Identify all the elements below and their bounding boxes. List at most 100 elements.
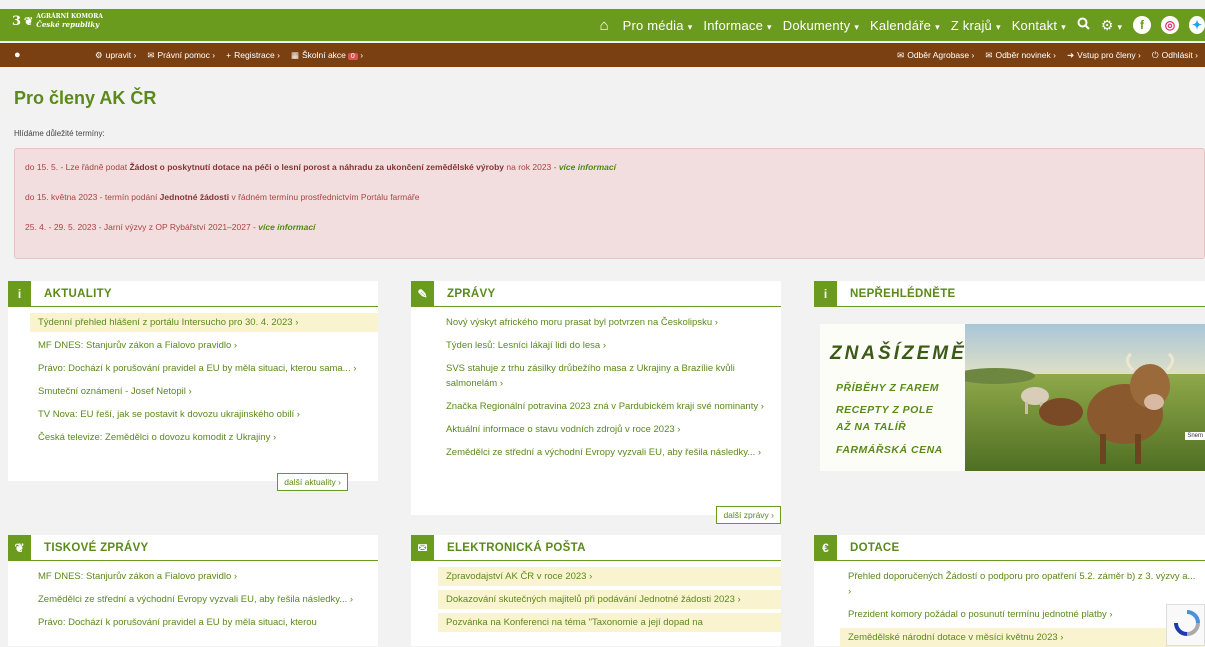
upravit-link[interactable]: ⚙ upravit ›	[95, 50, 136, 61]
more-info-link[interactable]: více informací	[559, 162, 616, 172]
logo-mark: 3	[12, 13, 22, 29]
nav-kalendare[interactable]: Kalendáře ▾	[870, 18, 940, 33]
nav-label: Dokumenty	[782, 17, 851, 33]
nav-label: Z krajů	[950, 17, 992, 33]
list-item[interactable]: Právo: Dochází k porušování pravidel a E…	[30, 359, 378, 378]
tiskove-zpravy-panel: ❦ TISKOVÉ ZPRÁVY MF DNES: Stanjurův záko…	[8, 534, 378, 646]
nav-informace[interactable]: Informace ▾	[703, 18, 771, 33]
more-news-button[interactable]: další zprávy ›	[716, 506, 781, 524]
info-icon: i	[814, 280, 837, 307]
banner-brand: ZNAŠÍZEMĚ	[830, 343, 967, 364]
list-item[interactable]: Nový výskyt afrického moru prasat byl po…	[438, 313, 781, 332]
skolni-akce-link[interactable]: ▦ Školní akce 0 ›	[291, 50, 363, 61]
deadline-bold: Žádost o poskytnutí dotace na péči o les…	[129, 162, 505, 172]
nav-kontakt[interactable]: Kontakt ▾	[1012, 18, 1066, 33]
deadline-text: do 15. 5. - Lze řádně podat	[25, 162, 130, 172]
list-item[interactable]: Zemědělci ze střední a východní Evropy v…	[30, 590, 378, 609]
logo-text: AGRÁRNÍ KOMORA České republiky	[36, 13, 103, 29]
list-item[interactable]: MF DNES: Stanjurův zákon a Fialovo pravi…	[30, 567, 378, 586]
recaptcha-badge[interactable]	[1166, 604, 1205, 646]
gear-icon[interactable]: ⚙ ▾	[1101, 17, 1122, 34]
deadline-text: v řádném termínu prostřednictvím Portálu…	[229, 192, 420, 202]
nav-dokumenty[interactable]: Dokumenty ▾	[783, 18, 859, 33]
nav-label: Kalendáře	[870, 17, 932, 33]
link-label: upravit	[105, 49, 132, 60]
more-news-button[interactable]: další aktuality ›	[277, 473, 348, 491]
news-list: Týdenní přehled hlášení z portálu Inters…	[8, 307, 378, 447]
list-item[interactable]: TV Nova: EU řeší, jak se postavit k dovo…	[30, 405, 378, 424]
logo-leaf-icon: ❦	[24, 14, 34, 28]
list-item[interactable]: Zemědělské národní dotace v měsíci květn…	[840, 628, 1205, 647]
list-item[interactable]: Pozvánka na Konferenci na téma "Taxonomi…	[438, 613, 781, 632]
pencil-icon: ✎	[411, 280, 434, 307]
list-item[interactable]: Značka Regionální potravina 2023 zná v P…	[438, 397, 781, 416]
odber-agrobase-link[interactable]: ✉ Odběr Agrobase ›	[897, 50, 974, 61]
home-icon[interactable]: ⌂	[600, 17, 609, 34]
nav-pro-media[interactable]: Pro média ▾	[623, 18, 693, 33]
deadline-line: do 15. 5. - Lze řádně podat Žádost o pos…	[25, 162, 616, 172]
envelope-icon: ✉	[897, 49, 905, 60]
registrace-link[interactable]: + Registrace ›	[226, 50, 280, 60]
info-icon: i	[8, 280, 31, 307]
list-item[interactable]: Právo: Dochází k porušování pravidel a E…	[30, 613, 378, 632]
calendar-icon: ▦	[290, 49, 299, 60]
logo[interactable]: 3 ❦ AGRÁRNÍ KOMORA České republiky	[12, 13, 103, 29]
recaptcha-icon	[1174, 610, 1200, 636]
main-nav: ⌂ Pro média ▾ Informace ▾ Dokumenty ▾ Kalen…	[600, 9, 1205, 41]
deadline-bold: Jednotné žádosti	[159, 192, 230, 202]
link-label: Odběr novinek	[995, 49, 1051, 60]
list-item[interactable]: Zpravodajství AK ČR v roce 2023 ›	[438, 567, 781, 586]
chevron-down-icon: ▾	[854, 21, 860, 32]
search-icon[interactable]	[1077, 17, 1090, 33]
odber-novinek-link[interactable]: ✉ Odběr novinek ›	[985, 50, 1056, 61]
member-bar: ● ⚙ upravit › ✉ Právní pomoc › + Registrace…	[0, 43, 1205, 67]
list-item[interactable]: Týden lesů: Lesníci lákají lidi do lesa …	[438, 336, 781, 355]
add-user-icon: +	[226, 50, 232, 60]
nav-z-kraju[interactable]: Z krajů ▾	[951, 18, 1001, 33]
leaf-icon: ❦	[8, 534, 31, 561]
banner-line: AŽ NA TALÍŘ	[836, 421, 907, 433]
list-item[interactable]: Týdenní přehled hlášení z portálu Inters…	[30, 313, 378, 332]
link-label: Odběr Agrobase	[907, 49, 970, 60]
chevron-down-icon: ▾	[935, 21, 940, 32]
link-label: Školní akce	[301, 49, 346, 60]
chevron-down-icon: ▾	[767, 21, 772, 32]
list-item[interactable]: Smuteční oznámení - Josef Netopil ›	[30, 382, 378, 401]
mail-list: Zpravodajství AK ČR v roce 2023 › Dokazo…	[411, 561, 781, 632]
list-item[interactable]: SVS stahuje z trhu zásilky drůbežího mas…	[438, 359, 781, 393]
nav-label: Pro média	[622, 17, 684, 33]
pravni-pomoc-link[interactable]: ✉ Právní pomoc ›	[147, 50, 215, 61]
panel-title: ELEKTRONICKÁ POŠTA	[447, 541, 586, 554]
news-list: Nový výskyt afrického moru prasat byl po…	[411, 307, 781, 462]
panel-header: i AKTUALITY	[8, 280, 378, 307]
list-item[interactable]: Aktuální informace o stavu vodních zdroj…	[438, 420, 781, 439]
panel-title: ZPRÁVY	[447, 287, 496, 300]
more-info-link[interactable]: více informací	[258, 222, 315, 232]
power-icon: ⏻	[1151, 49, 1159, 60]
instagram-icon[interactable]: ◎	[1161, 16, 1179, 34]
list-item[interactable]: Dokazování skutečných majitelů při podáv…	[438, 590, 781, 609]
odhlasit-link[interactable]: ⏻ Odhlásit ›	[1152, 50, 1198, 61]
twitter-icon[interactable]: ✦	[1189, 16, 1205, 34]
list-item[interactable]: Prezident komory požádal o posunutí term…	[840, 605, 1205, 624]
logo-line2: České republiky	[36, 20, 100, 29]
subsidy-list: Přehled doporučených Žádostí o podporu p…	[814, 561, 1205, 647]
member-bar-right: ✉ Odběr Agrobase › ✉ Odběr novinek › ➜ Vstu…	[897, 43, 1198, 67]
promo-banner[interactable]: ZNAŠÍZEMĚ PŘÍBĚHY Z FAREM RECEPTY Z POLE…	[820, 324, 1205, 471]
list-item[interactable]: Přehled doporučených Žádostí o podporu p…	[840, 567, 1205, 601]
deadlines-alert: do 15. 5. - Lze řádně podat Žádost o pos…	[14, 148, 1205, 259]
top-navbar: 3 ❦ AGRÁRNÍ KOMORA České republiky ⌂ Pro…	[0, 9, 1205, 41]
chevron-down-icon: ▾	[1061, 21, 1066, 32]
list-item[interactable]: Česká televize: Zemědělci o dovozu komod…	[30, 428, 378, 447]
nav-label: Kontakt	[1011, 17, 1058, 33]
list-item[interactable]: Zemědělci ze střední a východní Evropy v…	[438, 443, 781, 462]
page-title: Pro členy AK ČR	[14, 88, 157, 108]
facebook-icon[interactable]: f	[1133, 16, 1151, 34]
panel-title: AKTUALITY	[44, 287, 112, 300]
vstup-pro-cleny-link[interactable]: ➜ Vstup pro členy ›	[1067, 50, 1141, 61]
banner-text-area: ZNAŠÍZEMĚ PŘÍBĚHY Z FAREM RECEPTY Z POLE…	[820, 324, 965, 471]
gear-icon: ⚙	[95, 49, 103, 60]
list-item[interactable]: MF DNES: Stanjurův zákon a Fialovo pravi…	[30, 336, 378, 355]
link-label: Vstup pro členy	[1077, 49, 1136, 60]
user-icon[interactable]: ●	[14, 49, 21, 61]
